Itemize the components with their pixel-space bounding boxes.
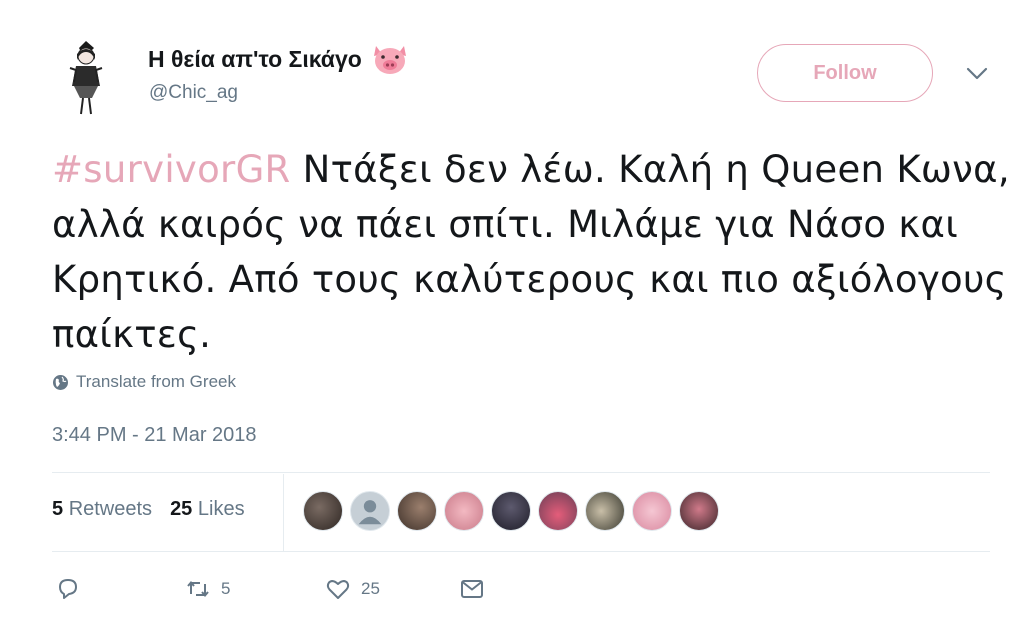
likes-stat[interactable]: 25 Likes — [170, 498, 245, 521]
retweet-icon — [187, 580, 209, 598]
tweet-timestamp[interactable]: 3:44 PM - 21 Mar 2018 — [52, 424, 257, 447]
liked-by-avatars — [303, 491, 719, 531]
translate-link[interactable]: Translate from Greek — [52, 372, 236, 392]
liked-by-avatar[interactable] — [303, 491, 343, 531]
liked-by-avatar[interactable] — [679, 491, 719, 531]
follow-button[interactable]: Follow — [757, 44, 933, 102]
like-button[interactable]: 25 — [325, 576, 459, 602]
liked-by-avatar[interactable] — [444, 491, 484, 531]
direct-message-button[interactable] — [459, 576, 485, 602]
reply-icon — [59, 579, 77, 599]
translate-label: Translate from Greek — [76, 372, 236, 391]
display-name-text: Η θεία απ'το Σικάγο — [148, 45, 362, 72]
tweet-text: #survivorGR Ντάξει δεν λέω. Καλή η Queen… — [52, 142, 1012, 362]
chevron-down-icon[interactable] — [965, 66, 989, 82]
liked-by-avatar[interactable] — [350, 491, 390, 531]
pig-face-icon — [370, 42, 410, 76]
tweet-stats: 5 Retweets 25 Likes — [52, 498, 245, 521]
tweet-actions: 5 25 — [55, 576, 485, 602]
reply-button[interactable] — [55, 576, 185, 602]
like-count: 25 — [361, 579, 380, 598]
hashtag-link[interactable]: #survivorGR — [52, 148, 291, 191]
retweets-label: Retweets — [68, 498, 153, 520]
user-avatar[interactable] — [62, 38, 110, 116]
globe-icon — [52, 374, 69, 391]
retweet-button[interactable]: 5 — [185, 576, 325, 602]
user-handle[interactable]: @Chic_ag — [149, 82, 238, 104]
retweets-count: 5 — [52, 498, 64, 520]
liked-by-avatar[interactable] — [491, 491, 531, 531]
liked-by-avatar[interactable] — [632, 491, 672, 531]
stats-divider — [283, 474, 284, 552]
divider — [52, 551, 990, 552]
envelope-icon — [461, 580, 483, 598]
heart-icon — [326, 580, 350, 599]
divider — [52, 472, 990, 473]
liked-by-avatar[interactable] — [538, 491, 578, 531]
retweet-count: 5 — [221, 579, 231, 598]
liked-by-avatar[interactable] — [397, 491, 437, 531]
retweets-stat[interactable]: 5 Retweets — [52, 498, 152, 521]
display-name[interactable]: Η θεία απ'το Σικάγο — [148, 42, 410, 76]
liked-by-avatar[interactable] — [585, 491, 625, 531]
likes-count: 25 — [170, 498, 193, 520]
likes-label: Likes — [197, 498, 245, 520]
